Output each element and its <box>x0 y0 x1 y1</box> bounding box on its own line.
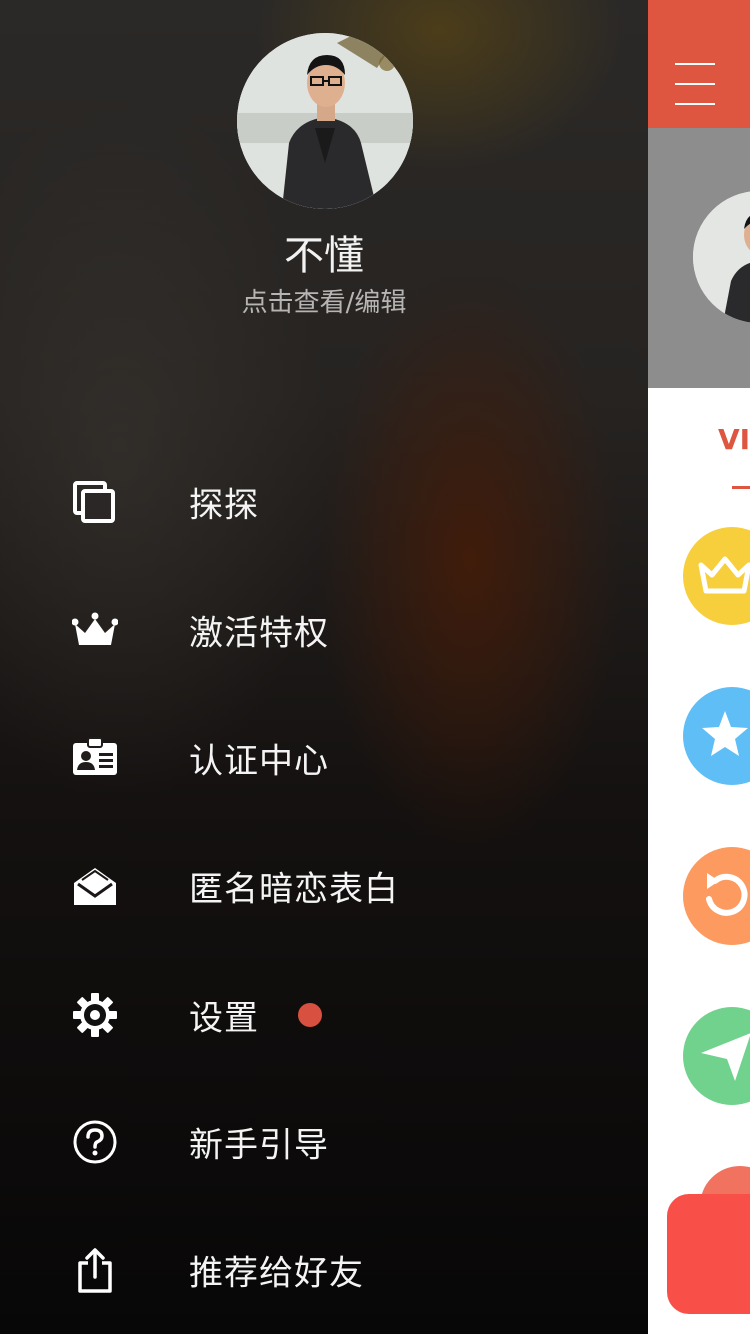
rewind-icon <box>706 873 748 916</box>
help-circle-icon <box>72 1119 118 1165</box>
send-icon <box>701 1033 750 1081</box>
vip-feature-star[interactable] <box>683 687 750 785</box>
menu-label: 设置 <box>189 998 259 1039</box>
crown-icon <box>698 556 750 594</box>
id-card-icon <box>72 735 118 781</box>
profile-name[interactable]: 不懂 <box>0 228 648 284</box>
profile-avatar[interactable] <box>237 33 413 209</box>
vip-feature-rewind[interactable] <box>683 847 750 945</box>
top-bar <box>648 0 750 128</box>
menu-item-recommend-friends[interactable]: 推荐给好友 <box>0 1225 648 1315</box>
profile-banner <box>648 128 750 388</box>
menu-item-verification-center[interactable]: 认证中心 <box>0 713 648 803</box>
avatar-photo <box>237 33 413 209</box>
tab-indicator <box>732 486 750 489</box>
gear-icon <box>72 992 118 1038</box>
menu-item-beginner-guide[interactable]: 新手引导 <box>0 1097 648 1187</box>
menu-item-activate-privilege[interactable]: 激活特权 <box>0 585 648 675</box>
open-envelope-icon <box>72 863 118 909</box>
star-icon <box>702 711 748 756</box>
vip-feature-send[interactable] <box>683 1007 750 1105</box>
crown-icon <box>72 607 118 653</box>
menu-label: 探探 <box>189 485 259 526</box>
side-drawer: 不懂 点击查看/编辑 探探 激活特权 认证中心 匿名暗恋表白 设置 新手引导 推… <box>0 0 648 1334</box>
share-icon <box>72 1247 118 1293</box>
menu-item-settings[interactable]: 设置 <box>0 970 648 1060</box>
main-panel-peek[interactable]: VIP <box>648 0 750 1334</box>
banner-avatar[interactable] <box>693 191 750 323</box>
cards-icon <box>72 479 118 525</box>
menu-icon[interactable] <box>675 63 715 105</box>
menu-label: 激活特权 <box>189 613 329 654</box>
menu-item-tantan[interactable]: 探探 <box>0 457 648 547</box>
menu-item-anonymous-confession[interactable]: 匿名暗恋表白 <box>0 841 648 931</box>
profile-edit-link[interactable]: 点击查看/编辑 <box>0 286 648 320</box>
menu-label: 新手引导 <box>189 1125 329 1166</box>
bottom-action-button[interactable] <box>667 1194 750 1314</box>
notification-dot <box>298 1003 322 1027</box>
menu-label: 推荐给好友 <box>189 1253 364 1294</box>
menu-label: 匿名暗恋表白 <box>189 869 399 910</box>
vip-feature-crown[interactable] <box>683 527 750 625</box>
menu-label: 认证中心 <box>189 741 329 782</box>
tab-vip[interactable]: VIP <box>718 423 750 456</box>
